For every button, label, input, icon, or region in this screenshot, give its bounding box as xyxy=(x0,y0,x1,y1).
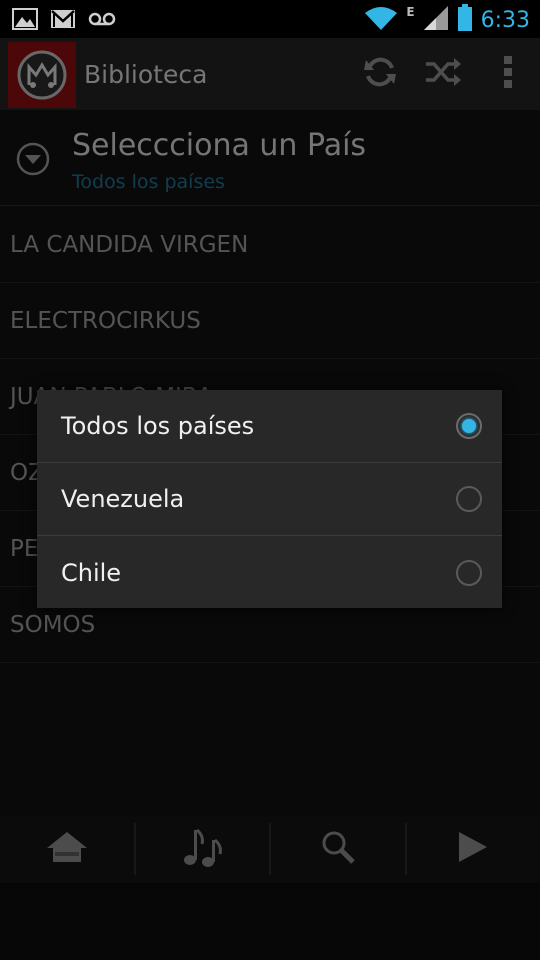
option-chile[interactable]: Chile xyxy=(37,536,502,609)
option-label: Todos los países xyxy=(61,412,255,440)
clock: 6:33 xyxy=(480,7,530,33)
radio-dot xyxy=(462,419,476,433)
option-label: Chile xyxy=(61,558,122,587)
radio-button[interactable] xyxy=(456,486,482,512)
radio-button[interactable] xyxy=(456,559,482,586)
option-venezuela[interactable]: Venezuela xyxy=(37,463,502,536)
radio-button-checked[interactable] xyxy=(456,413,482,439)
option-todos-los-paises[interactable]: Todos los países xyxy=(37,390,502,463)
status-bar: E 6:33 xyxy=(0,0,540,38)
wifi-icon xyxy=(364,5,398,35)
option-label: Venezuela xyxy=(61,485,185,513)
signal-icon xyxy=(423,5,449,35)
voicemail-icon xyxy=(88,10,116,32)
gallery-icon xyxy=(12,7,38,35)
network-type: E xyxy=(406,5,415,19)
country-dialog: Todos los países Venezuela Chile xyxy=(37,390,502,608)
battery-icon xyxy=(457,4,473,36)
gmail-icon xyxy=(50,8,76,34)
